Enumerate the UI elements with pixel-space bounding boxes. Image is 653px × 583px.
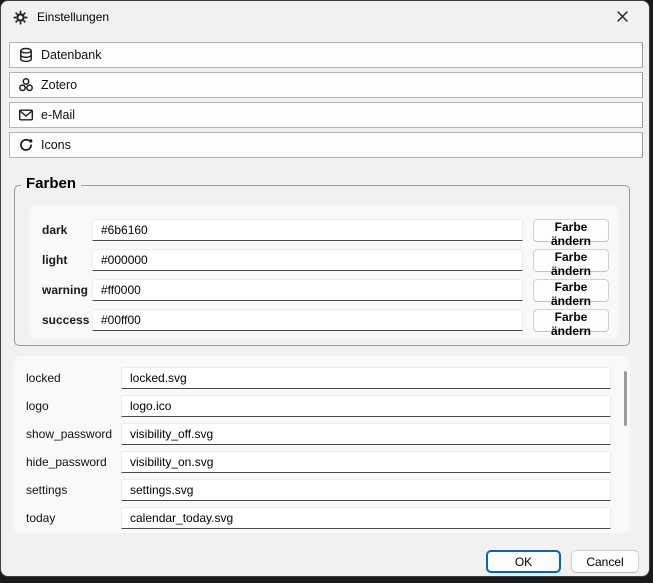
ok-button[interactable]: OK (486, 550, 561, 573)
icon-files-panel: locked logo show_password hide_password … (14, 356, 630, 533)
file-label-today: today (26, 511, 121, 525)
file-row-hide-password: hide_password (14, 448, 630, 476)
file-label-locked: locked (26, 371, 121, 385)
file-label-logo: logo (26, 399, 121, 413)
section-header-datenbank[interactable]: Datenbank (9, 42, 643, 68)
page-title: Einstellungen (37, 10, 109, 24)
color-row-warning: warning Farbe ändern (30, 275, 618, 305)
gear-icon (13, 10, 28, 25)
file-row-logo: logo (14, 392, 630, 420)
close-button[interactable] (601, 2, 643, 31)
file-row-today: today (14, 504, 630, 532)
section-label: Datenbank (41, 48, 101, 62)
color-row-light: light Farbe ändern (30, 245, 618, 275)
file-label-show-password: show_password (26, 427, 121, 441)
file-label-hide-password: hide_password (26, 455, 121, 469)
dark-color-input[interactable] (92, 219, 523, 241)
section-header-zotero[interactable]: Zotero (9, 72, 643, 98)
mail-icon (18, 107, 34, 123)
color-row-dark: dark Farbe ändern (30, 215, 618, 245)
section-header-icons[interactable]: Icons (9, 132, 643, 158)
titlebar: Einstellungen (1, 1, 649, 33)
change-color-button-warning[interactable]: Farbe ändern (533, 279, 609, 302)
farben-group-title: Farben (21, 175, 81, 192)
color-label-success: success (42, 313, 92, 327)
file-row-locked: locked (14, 364, 630, 392)
logo-file-input[interactable] (121, 395, 611, 417)
settings-dialog: Einstellungen Datenbank (0, 0, 650, 577)
color-label-warning: warning (42, 283, 92, 297)
farben-groupbox: Farben dark Farbe ändern light Farbe änd… (14, 185, 630, 346)
warning-color-input[interactable] (92, 279, 523, 301)
section-header-email[interactable]: e-Mail (9, 102, 643, 128)
section-label: Zotero (41, 78, 77, 92)
light-color-input[interactable] (92, 249, 523, 271)
success-color-input[interactable] (92, 309, 523, 331)
settings-file-input[interactable] (121, 479, 611, 501)
change-color-button-light[interactable]: Farbe ändern (533, 249, 609, 272)
cancel-button[interactable]: Cancel (571, 550, 639, 573)
color-label-light: light (42, 253, 92, 267)
file-label-settings: settings (26, 483, 121, 497)
color-row-success: success Farbe ändern (30, 305, 618, 335)
sync-icon (18, 137, 34, 153)
show-password-file-input[interactable] (121, 423, 611, 445)
section-label: Icons (41, 138, 71, 152)
zotero-icon (18, 77, 34, 93)
color-label-dark: dark (42, 223, 92, 237)
farben-panel: dark Farbe ändern light Farbe ändern war… (30, 205, 618, 339)
hide-password-file-input[interactable] (121, 451, 611, 473)
change-color-button-dark[interactable]: Farbe ändern (533, 219, 609, 242)
close-icon (616, 10, 629, 23)
section-label: e-Mail (41, 108, 75, 122)
file-row-settings: settings (14, 476, 630, 504)
database-icon (18, 47, 34, 63)
vertical-scrollbar[interactable] (624, 371, 627, 426)
today-file-input[interactable] (121, 507, 611, 529)
file-row-show-password: show_password (14, 420, 630, 448)
change-color-button-success[interactable]: Farbe ändern (533, 309, 609, 332)
locked-file-input[interactable] (121, 367, 611, 389)
